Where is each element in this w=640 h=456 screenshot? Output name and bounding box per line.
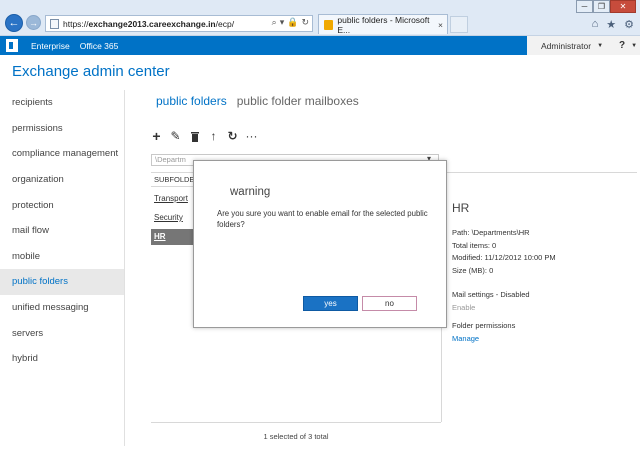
browser-toolbar: ← → https://exchange2013.careexchange.in…: [0, 0, 640, 36]
selection-status: 1 selected of 3 total: [263, 432, 329, 441]
url-prefix: https://: [63, 18, 89, 29]
minimize-icon[interactable]: ─: [576, 0, 593, 13]
new-tab-button[interactable]: [450, 16, 468, 33]
app-title: Exchange admin center: [12, 63, 170, 80]
nav-item-permissions[interactable]: permissions: [0, 116, 124, 142]
refresh-icon[interactable]: ↻: [227, 129, 238, 143]
forward-icon[interactable]: →: [26, 15, 41, 30]
nav-item-mobile[interactable]: mobile: [0, 244, 124, 270]
tab-favicon-icon: [324, 19, 334, 30]
window-controls: ─ ❐ ✕: [576, 0, 636, 13]
enable-mail-link[interactable]: Enable: [452, 302, 632, 315]
help-dropdown-icon[interactable]: ▼: [631, 43, 637, 49]
warning-dialog: warning Are you sure you want to enable …: [193, 160, 447, 328]
details-modified: Modified: 11/12/2012 10:00 PM: [452, 253, 556, 262]
nav-item-organization[interactable]: organization: [0, 167, 124, 193]
nav-item-compliance-management[interactable]: compliance management: [0, 141, 124, 167]
restore-icon[interactable]: ❐: [593, 0, 610, 13]
url-path: /ecp/: [215, 18, 235, 29]
sub-tabs: public folders public folder mailboxes: [156, 94, 359, 108]
favorites-icon[interactable]: ★: [606, 18, 616, 31]
url-host: exchange2013.careexchange.in: [88, 18, 216, 29]
tab-public-folders[interactable]: public folders: [156, 94, 227, 108]
back-icon[interactable]: ←: [5, 14, 23, 32]
dialog-title: warning: [230, 186, 271, 198]
lock-icon[interactable]: 🔒: [287, 17, 298, 28]
details-mail-settings: Mail settings - Disabled: [452, 290, 530, 299]
details-size: Size (MB): 0: [452, 265, 494, 275]
office365-link[interactable]: Office 365: [80, 41, 119, 51]
tab-public-folder-mailboxes[interactable]: public folder mailboxes: [237, 94, 359, 108]
nav-item-recipients[interactable]: recipients: [0, 90, 124, 116]
nav-item-servers[interactable]: servers: [0, 320, 124, 346]
nav-item-public-folders[interactable]: public folders: [0, 269, 124, 295]
nav-item-protection[interactable]: protection: [0, 192, 124, 218]
help-icon[interactable]: ?: [619, 40, 625, 51]
tab-title: public folders - Microsoft E...: [337, 14, 430, 35]
nav-item-mail-flow[interactable]: mail flow: [0, 218, 124, 244]
home-icon[interactable]: ⌂: [592, 18, 599, 31]
details-total-items: Total items: 0: [452, 240, 497, 250]
browser-tab[interactable]: public folders - Microsoft E... ×: [318, 14, 448, 35]
refresh-page-icon[interactable]: ↻: [301, 17, 309, 28]
tab-close-icon[interactable]: ×: [438, 20, 443, 30]
enterprise-link[interactable]: Enterprise: [31, 41, 70, 51]
close-window-icon[interactable]: ✕: [610, 0, 636, 13]
nav-item-hybrid[interactable]: hybrid: [0, 346, 124, 372]
office-logo-icon[interactable]: [6, 39, 18, 52]
nav-item-unified-messaging[interactable]: unified messaging: [0, 295, 124, 321]
left-nav: recipients permissions compliance manage…: [0, 90, 124, 372]
details-title: HR: [452, 201, 470, 215]
o365-navbar: Enterprise Office 365 Administrator ▼ ? …: [0, 36, 640, 55]
details-path: Path: \Departments\HR: [452, 228, 530, 237]
details-pane: HR Path: \Departments\HR Total items: 0 …: [452, 201, 632, 345]
page-icon: [50, 18, 59, 29]
user-name[interactable]: Administrator: [541, 41, 591, 51]
add-icon[interactable]: +: [151, 128, 162, 144]
settings-gear-icon[interactable]: ⚙: [624, 18, 634, 31]
user-dropdown-icon[interactable]: ▼: [597, 43, 603, 49]
user-menu[interactable]: Administrator ▼ ? ▼: [527, 36, 640, 55]
address-bar[interactable]: https://exchange2013.careexchange.in/ecp…: [45, 15, 313, 32]
action-toolbar: + ✎ ↑ ↻ ···: [151, 128, 257, 144]
search-icon[interactable]: ⌕: [272, 17, 277, 28]
move-up-icon[interactable]: ↑: [208, 129, 219, 143]
list-item-hr[interactable]: HR: [151, 229, 195, 245]
no-button[interactable]: no: [362, 296, 417, 311]
more-icon[interactable]: ···: [246, 129, 258, 143]
dialog-message: Are you sure you want to enable email fo…: [217, 209, 428, 229]
dropdown-icon[interactable]: ▾: [280, 17, 285, 28]
manage-permissions-link[interactable]: Manage: [452, 333, 632, 346]
browser-tools: ⌂ ★ ⚙: [592, 18, 634, 31]
address-actions: ⌕ ▾ 🔒 ↻: [272, 17, 309, 28]
yes-button[interactable]: yes: [303, 296, 358, 311]
list-bottom-border: [151, 422, 441, 423]
nav-divider: [124, 90, 125, 446]
edit-icon[interactable]: ✎: [170, 129, 181, 143]
delete-icon[interactable]: [189, 131, 200, 142]
details-folder-permissions: Folder permissions: [452, 321, 516, 330]
